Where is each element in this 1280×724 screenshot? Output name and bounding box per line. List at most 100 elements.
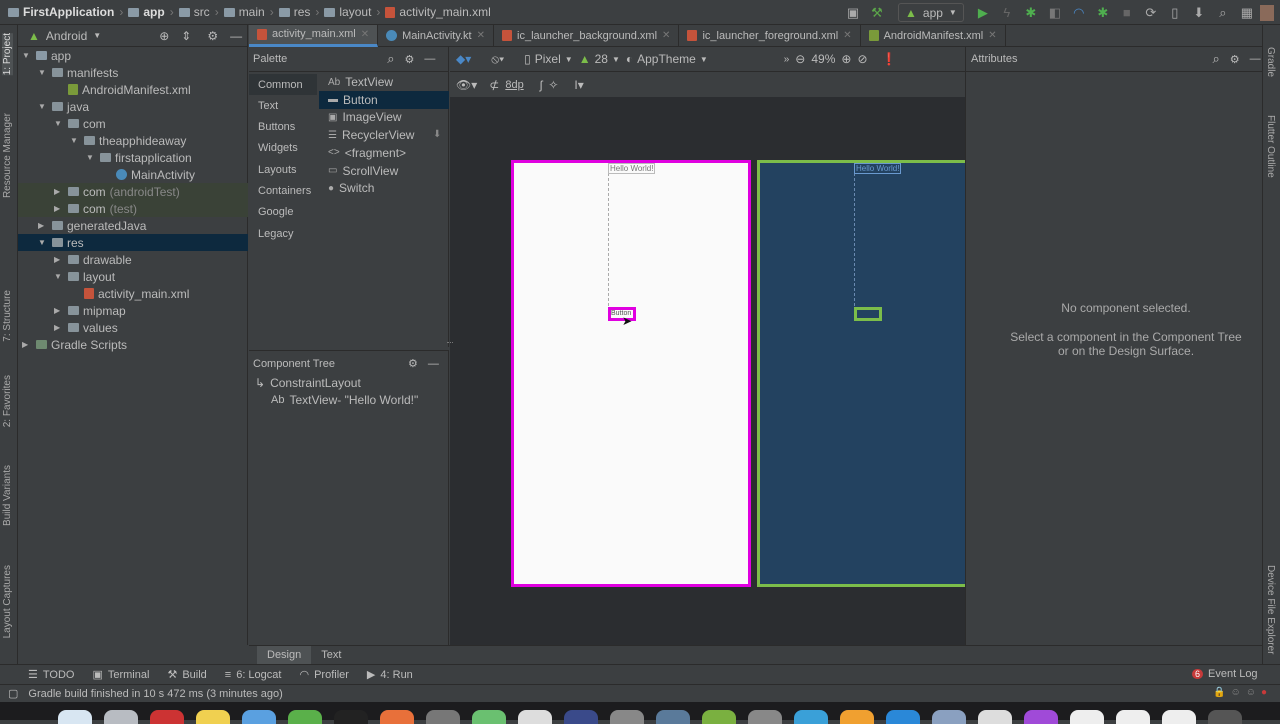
default-margin-select[interactable]: 8dp xyxy=(505,79,523,91)
infer-constraints-icon[interactable]: ✧ xyxy=(548,78,558,92)
tree-item[interactable]: activity_main.xml xyxy=(18,285,248,302)
zoom-in-icon[interactable]: ⊕ xyxy=(841,52,851,66)
dock-app-icon[interactable] xyxy=(518,710,552,724)
palette-item[interactable]: ● Switch xyxy=(319,179,449,197)
layout-captures-tool-button[interactable]: Layout Captures xyxy=(2,565,13,638)
gear-icon[interactable]: ⚙ xyxy=(408,357,418,370)
palette-item[interactable]: ☰ RecyclerView xyxy=(319,126,449,144)
tree-item[interactable]: ▶ com (test) xyxy=(18,200,248,217)
view-options-icon[interactable]: 👁▾ xyxy=(456,78,477,92)
close-icon[interactable]: ✕ xyxy=(477,30,485,41)
flutter-outline-tool-button[interactable]: Flutter Outline xyxy=(1265,115,1276,178)
dock-app-icon[interactable] xyxy=(288,710,322,724)
dock-app-icon[interactable] xyxy=(1070,710,1104,724)
close-icon[interactable]: ✕ xyxy=(662,30,670,41)
design-surface[interactable]: Hello World! Button ➤ Hello World! xyxy=(447,97,967,645)
breadcrumb-res[interactable]: res xyxy=(278,5,310,19)
search-icon[interactable]: ⌕ xyxy=(387,51,394,67)
design-surface-icon[interactable]: ◆▾ xyxy=(456,52,471,66)
dock-app-icon[interactable] xyxy=(196,710,230,724)
warning-icon[interactable]: ❗ xyxy=(882,52,897,66)
overflow-icon[interactable]: » xyxy=(784,54,790,65)
dock-app-icon[interactable] xyxy=(840,710,874,724)
dock-app-icon[interactable] xyxy=(748,710,782,724)
device-select[interactable]: ▯ Pixel ▼ xyxy=(524,52,573,66)
resource-manager-tool-button[interactable]: Resource Manager xyxy=(2,113,13,198)
breadcrumb-src[interactable]: src xyxy=(178,5,210,19)
blueprint-view[interactable]: Hello World! xyxy=(757,160,967,587)
dock-app-icon[interactable] xyxy=(150,710,184,724)
breadcrumb-file[interactable]: activity_main.xml xyxy=(385,5,491,19)
tab-design[interactable]: Design xyxy=(257,645,312,664)
tree-node-constraintlayout[interactable]: ↳ ConstraintLayout xyxy=(255,376,361,390)
dock-app-icon[interactable] xyxy=(932,710,966,724)
dock-app-icon[interactable] xyxy=(334,710,368,724)
dock-app-icon[interactable] xyxy=(426,710,460,724)
build-variants-tool-button[interactable]: Build Variants xyxy=(2,465,13,526)
expanded-arrow-icon[interactable]: ▼ xyxy=(70,136,80,145)
collapse-all-icon[interactable]: ⇕ xyxy=(181,29,191,43)
attach-icon[interactable]: ◧ xyxy=(1044,5,1066,21)
tree-node-textview[interactable]: Ab TextView- "Hello World!" xyxy=(271,393,418,407)
resize-handle[interactable] xyxy=(447,342,453,344)
tree-item[interactable]: ▼ manifests xyxy=(18,64,248,81)
run-icon[interactable]: ▶ xyxy=(972,5,994,21)
tree-item[interactable]: ▼ theapphideaway xyxy=(18,132,248,149)
avatar[interactable] xyxy=(1259,4,1274,21)
autoconnect-icon[interactable]: ⊄ xyxy=(489,78,499,92)
layout-icon[interactable]: ▣ xyxy=(842,5,864,21)
tree-item[interactable]: MainActivity xyxy=(18,166,248,183)
expanded-arrow-icon[interactable]: ▼ xyxy=(54,272,64,281)
tool-window-button[interactable]: ☰ TODO xyxy=(28,668,74,682)
minimize-icon[interactable]: — xyxy=(230,29,242,43)
event-log-button[interactable]: 6 Event Log xyxy=(1192,668,1258,680)
tree-item[interactable]: AndroidManifest.xml xyxy=(18,81,248,98)
clear-constraints-icon[interactable]: ʃ xyxy=(540,78,543,92)
dock-app-icon[interactable] xyxy=(794,710,828,724)
tree-item[interactable]: ▶ generatedJava xyxy=(18,217,248,234)
palette-category[interactable]: Common xyxy=(249,74,317,95)
guidelines-icon[interactable]: I▾ xyxy=(574,78,583,92)
palette-item[interactable]: ▭ ScrollView xyxy=(319,162,449,180)
design-view[interactable]: Hello World! Button ➤ xyxy=(511,160,751,587)
tree-item[interactable]: ▼ com xyxy=(18,115,248,132)
collapsed-arrow-icon[interactable]: ▶ xyxy=(54,255,64,264)
project-view-select[interactable]: Android xyxy=(46,29,87,43)
tool-window-button[interactable]: ◠ Profiler xyxy=(299,668,348,682)
download-icon[interactable]: ⬇ xyxy=(433,129,441,140)
debug-icon[interactable]: ✱ xyxy=(1020,5,1042,21)
collapsed-arrow-icon[interactable]: ▶ xyxy=(54,187,64,196)
hammer-build-icon[interactable]: ⚒ xyxy=(866,5,888,21)
palette-item[interactable]: Ab TextView xyxy=(319,73,449,91)
expanded-arrow-icon[interactable]: ▼ xyxy=(86,153,96,162)
palette-category[interactable]: Containers xyxy=(249,181,317,202)
close-icon[interactable]: ✕ xyxy=(361,29,369,40)
project-tool-button[interactable]: 1: Project xyxy=(2,33,13,76)
textview-hello-world[interactable]: Hello World! xyxy=(608,163,656,174)
close-icon[interactable]: ✕ xyxy=(988,30,996,41)
tree-item[interactable]: ▶ values xyxy=(18,319,248,336)
expanded-arrow-icon[interactable]: ▼ xyxy=(54,119,64,128)
search-icon[interactable]: ⌕ xyxy=(1212,51,1219,67)
dock-app-icon[interactable] xyxy=(564,710,598,724)
collapsed-arrow-icon[interactable]: ▶ xyxy=(54,204,64,213)
theme-select[interactable]: ◐ AppTheme ▼ xyxy=(626,52,708,66)
tree-item[interactable]: ▶ com (androidTest) xyxy=(18,183,248,200)
tree-item[interactable]: ▶ drawable xyxy=(18,251,248,268)
collapsed-arrow-icon[interactable]: ▶ xyxy=(54,323,64,332)
minimize-icon[interactable]: — xyxy=(428,358,439,370)
device-file-explorer-tool-button[interactable]: Device File Explorer xyxy=(1265,565,1276,654)
breadcrumb-main[interactable]: main xyxy=(223,5,265,19)
tree-item[interactable]: ▶ Gradle Scripts xyxy=(18,336,248,353)
dock-app-icon[interactable] xyxy=(656,710,690,724)
sdk-manager-icon[interactable]: ⬇ xyxy=(1188,5,1210,21)
dock-app-icon[interactable] xyxy=(1162,710,1196,724)
editor-tab[interactable]: AndroidManifest.xml ✕ xyxy=(861,24,1006,47)
collapsed-arrow-icon[interactable]: ▶ xyxy=(22,340,32,349)
gradle-sync-icon[interactable]: ⟳ xyxy=(1140,5,1162,21)
minimize-icon[interactable]: — xyxy=(424,53,435,65)
project-structure-icon[interactable]: ▦ xyxy=(1236,5,1258,21)
palette-category[interactable]: Widgets xyxy=(249,138,317,159)
expanded-arrow-icon[interactable]: ▼ xyxy=(22,51,32,60)
palette-category[interactable]: Legacy xyxy=(249,223,317,244)
